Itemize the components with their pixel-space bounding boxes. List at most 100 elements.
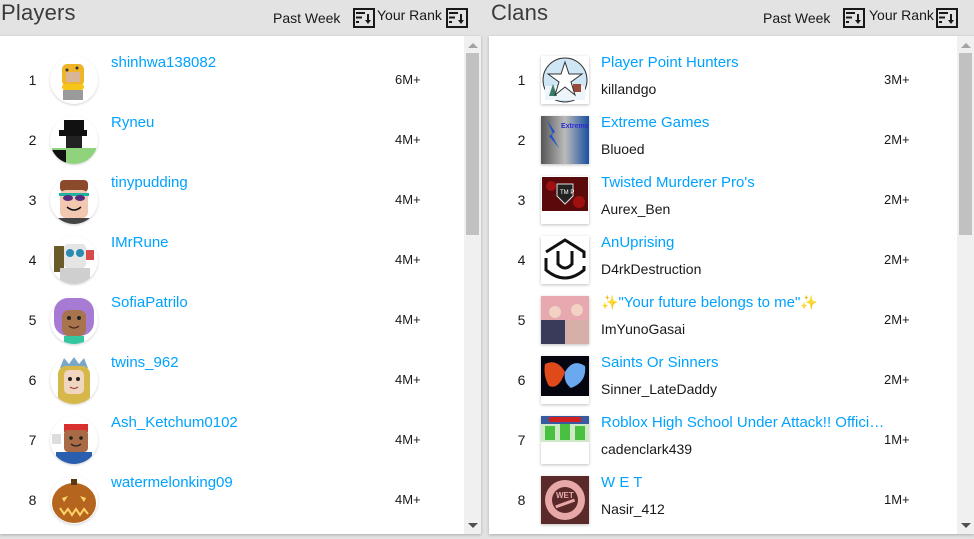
clan-owner[interactable]: cadenclark439	[601, 441, 692, 457]
players-scrollbar[interactable]	[464, 36, 481, 534]
scroll-up-arrow-icon[interactable]	[957, 38, 974, 52]
sparkle-icon: ✨	[800, 294, 818, 310]
clan-owner[interactable]: ImYunoGasai	[601, 321, 685, 337]
player-points: 6M+	[395, 72, 421, 87]
avatar[interactable]	[50, 296, 98, 344]
clans-scrollbar[interactable]	[957, 36, 974, 534]
list-item[interactable]: 1 shinhwa138082 6M+	[0, 50, 460, 110]
avatar[interactable]	[50, 116, 98, 164]
players-rank-filter[interactable]: Your Rank	[377, 7, 442, 23]
avatar[interactable]	[50, 176, 98, 224]
list-item[interactable]: 1 Player Point Hunters killandgo 3M+	[489, 50, 949, 110]
player-name-link[interactable]: twins_962	[111, 354, 179, 371]
sort-icon[interactable]	[446, 8, 468, 28]
list-item[interactable]: 3 TM P Twisted Murderer Pro's Aurex_Ben …	[489, 170, 949, 230]
sort-icon[interactable]	[936, 8, 958, 28]
player-points: 4M+	[395, 252, 421, 267]
clan-owner[interactable]: Bluoed	[601, 141, 645, 157]
clan-owner[interactable]: killandgo	[601, 81, 656, 97]
clan-points: 2M+	[884, 132, 910, 147]
clans-list[interactable]: 1 Player Point Hunters killandgo 3M+ 2 E…	[489, 36, 974, 534]
players-title: Players	[1, 0, 76, 25]
clans-title: Clans	[491, 0, 549, 25]
list-item[interactable]: 2 Ryneu 4M+	[0, 110, 460, 170]
clan-emblem[interactable]	[541, 296, 589, 344]
player-name-link[interactable]: tinypudding	[111, 174, 188, 191]
list-item[interactable]: 8 watermelonking09 4M+	[0, 470, 460, 530]
clan-points: 2M+	[884, 312, 910, 327]
player-points: 4M+	[395, 492, 421, 507]
players-list[interactable]: 1 shinhwa138082 6M+ 2 Ryneu 4M+ 3 tinypu…	[0, 36, 481, 534]
player-name-link[interactable]: Ash_Ketchum0102	[111, 414, 238, 431]
clan-name-link[interactable]: Roblox High School Under Attack!! Offici…	[601, 414, 886, 431]
sort-icon[interactable]	[843, 8, 865, 28]
player-points: 4M+	[395, 312, 421, 327]
list-item[interactable]: 6 twins_962 4M+	[0, 350, 460, 410]
clan-owner[interactable]: Sinner_LateDaddy	[601, 381, 717, 397]
player-points: 4M+	[395, 432, 421, 447]
clan-name-link[interactable]: Player Point Hunters	[601, 54, 739, 71]
player-points: 4M+	[395, 132, 421, 147]
scroll-down-arrow-icon[interactable]	[957, 518, 974, 532]
clan-emblem[interactable]	[541, 356, 589, 404]
clan-emblem[interactable]: WET	[541, 476, 589, 524]
clan-emblem[interactable]: TM P	[541, 176, 589, 224]
list-item[interactable]: 6 Saints Or Sinners Sinner_LateDaddy 2M+	[489, 350, 949, 410]
avatar[interactable]	[50, 476, 98, 524]
scroll-thumb[interactable]	[959, 53, 972, 235]
clan-points: 2M+	[884, 192, 910, 207]
clan-points: 2M+	[884, 252, 910, 267]
clan-owner[interactable]: Aurex_Ben	[601, 201, 670, 217]
clan-points: 1M+	[884, 432, 910, 447]
avatar[interactable]	[50, 56, 98, 104]
list-item[interactable]: 4 AnUprising D4rkDestruction 2M+	[489, 230, 949, 290]
players-header: Players Past Week Your Rank	[0, 0, 481, 36]
avatar[interactable]	[50, 416, 98, 464]
player-name-link[interactable]: Ryneu	[111, 114, 154, 131]
clan-owner[interactable]: Nasir_412	[601, 501, 665, 517]
clan-owner[interactable]: D4rkDestruction	[601, 261, 701, 277]
clans-rank-filter[interactable]: Your Rank	[869, 7, 934, 23]
clan-emblem[interactable]: Extreme Games	[541, 116, 589, 164]
svg-text:Extreme Games: Extreme Games	[561, 123, 589, 130]
list-item[interactable]: 8 WET W E T Nasir_412 1M+	[489, 470, 949, 530]
scroll-down-arrow-icon[interactable]	[464, 518, 481, 532]
player-name-link[interactable]: shinhwa138082	[111, 54, 216, 71]
scroll-up-arrow-icon[interactable]	[464, 38, 481, 52]
clan-emblem[interactable]	[541, 236, 589, 284]
list-item[interactable]: 4 IMrRune 4M+	[0, 230, 460, 290]
scroll-thumb[interactable]	[466, 53, 479, 235]
clans-panel: Clans Past Week Your Rank 1 Player Point…	[489, 0, 974, 539]
clan-name-link[interactable]: AnUprising	[601, 234, 674, 251]
clan-emblem[interactable]	[541, 56, 589, 104]
sort-icon[interactable]	[353, 8, 375, 28]
player-points: 4M+	[395, 192, 421, 207]
list-item[interactable]: 5 SofiaPatrilo 4M+	[0, 290, 460, 350]
avatar[interactable]	[50, 236, 98, 284]
clan-points: 2M+	[884, 372, 910, 387]
list-item[interactable]: 5 ✨"Your future belongs to me"✨ ImYunoGa…	[489, 290, 949, 350]
clan-name-link[interactable]: W E T	[601, 474, 642, 491]
clan-name-link[interactable]: Extreme Games	[601, 114, 709, 131]
list-item[interactable]: 7 Ash_Ketchum0102 4M+	[0, 410, 460, 470]
svg-text:TM P: TM P	[560, 190, 574, 196]
player-points: 4M+	[395, 372, 421, 387]
avatar[interactable]	[50, 356, 98, 404]
player-name-link[interactable]: SofiaPatrilo	[111, 294, 188, 311]
list-item[interactable]: 2 Extreme Games Extreme Games Bluoed 2M+	[489, 110, 949, 170]
player-name-link[interactable]: IMrRune	[111, 234, 169, 251]
clan-name-link[interactable]: ✨"Your future belongs to me"✨	[601, 294, 818, 311]
sparkle-icon: ✨	[601, 294, 619, 310]
players-time-filter[interactable]: Past Week	[273, 10, 340, 26]
clan-emblem[interactable]	[541, 416, 589, 464]
clan-name-link[interactable]: Twisted Murderer Pro's	[601, 174, 755, 191]
clans-header: Clans Past Week Your Rank	[489, 0, 974, 36]
list-item[interactable]: 7 Roblox High School Under Attack!! Offi…	[489, 410, 949, 470]
clan-points: 1M+	[884, 492, 910, 507]
players-panel: Players Past Week Your Rank 1 shinhwa138…	[0, 0, 481, 539]
list-item[interactable]: 3 tinypudding 4M+	[0, 170, 460, 230]
player-name-link[interactable]: watermelonking09	[111, 474, 233, 491]
clans-time-filter[interactable]: Past Week	[763, 10, 830, 26]
clan-points: 3M+	[884, 72, 910, 87]
clan-name-link[interactable]: Saints Or Sinners	[601, 354, 719, 371]
